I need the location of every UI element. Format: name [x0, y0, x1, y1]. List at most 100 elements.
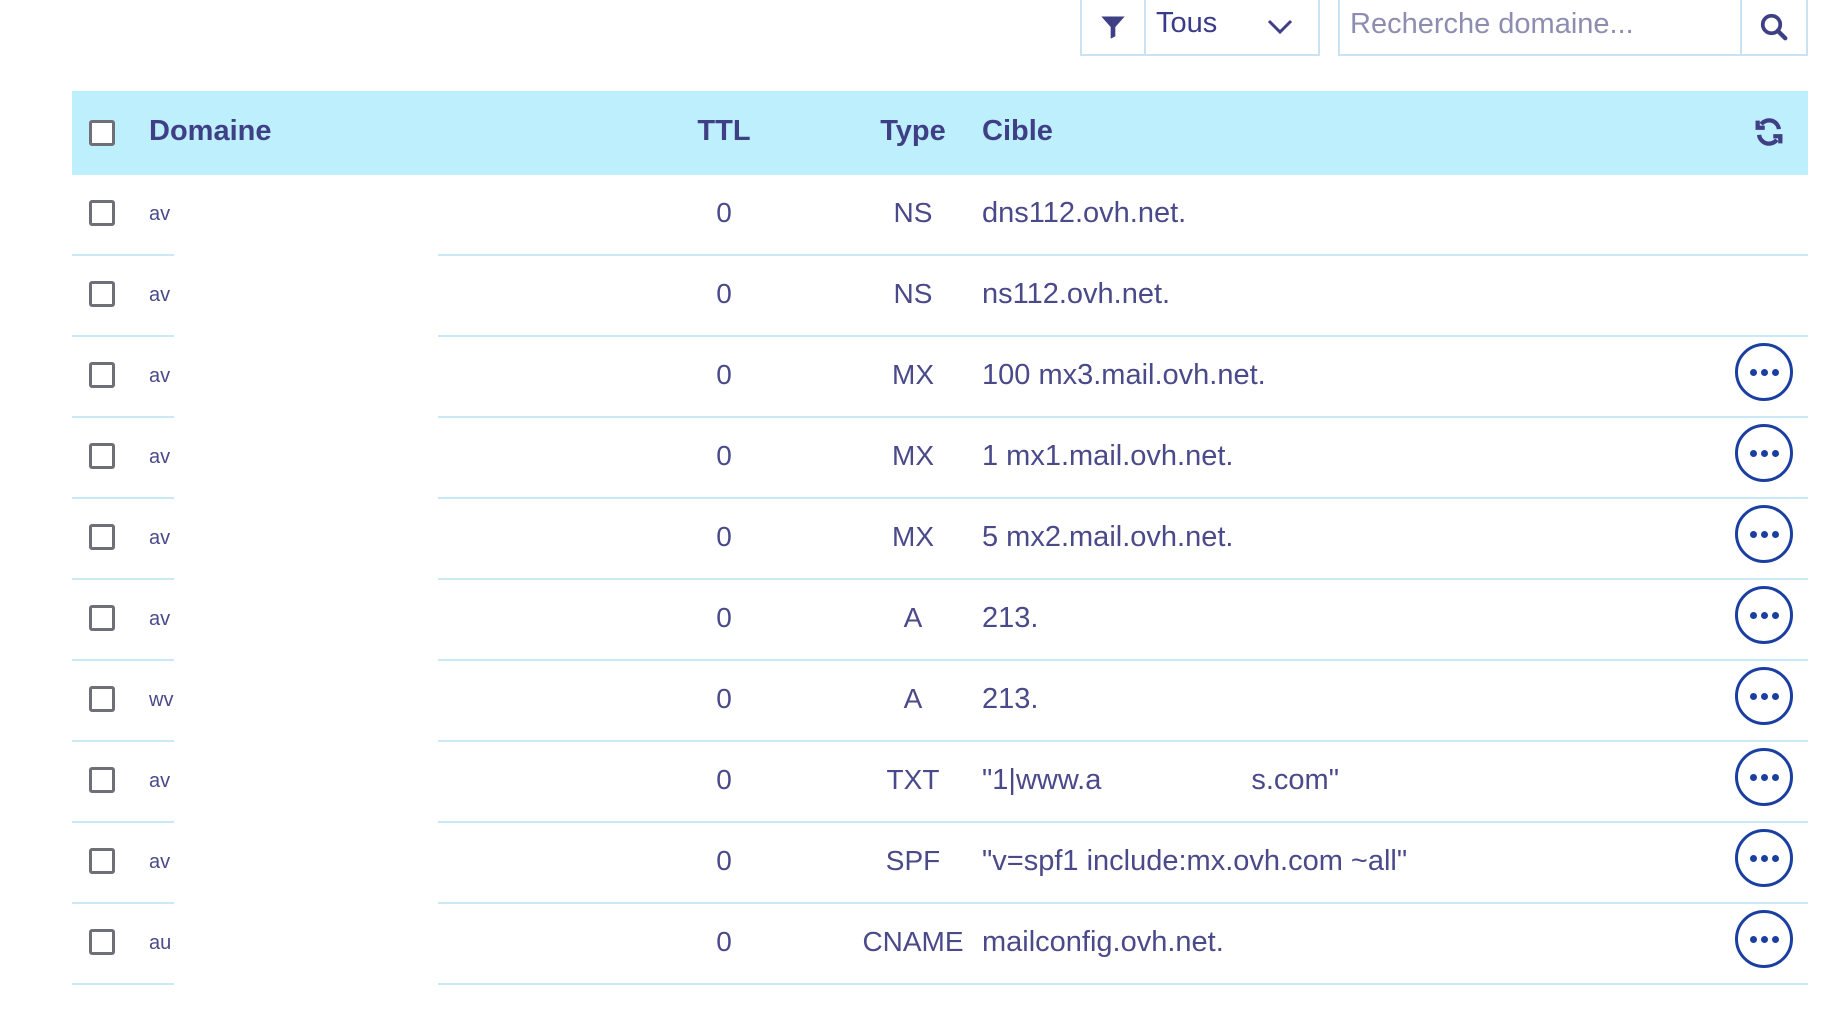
refresh-icon	[1755, 118, 1783, 146]
row-checkbox[interactable]	[89, 929, 115, 955]
cell-target-text: 100 mx3.mail.ovh.net.	[982, 359, 1266, 391]
cell-ttl: 0	[716, 197, 732, 228]
table-row: wv 0 A 213.	[72, 661, 1808, 742]
table-row: av 0 NS dns112.ovh.net.	[72, 175, 1808, 256]
cell-type: TXT	[886, 764, 940, 795]
cell-ttl: 0	[716, 359, 732, 390]
more-icon	[1749, 854, 1779, 862]
cell-target-text: 213.	[982, 683, 1039, 715]
more-icon	[1749, 692, 1779, 700]
more-icon	[1749, 368, 1779, 376]
row-checkbox[interactable]	[89, 524, 115, 550]
cell-ttl: 0	[716, 683, 732, 714]
refresh-button[interactable]	[1752, 115, 1786, 153]
redaction-mask	[174, 499, 438, 580]
type-filter: Tous	[1080, 0, 1320, 56]
row-checkbox[interactable]	[89, 605, 115, 631]
more-icon	[1749, 530, 1779, 538]
row-checkbox[interactable]	[89, 200, 115, 226]
table-row: av 0 SPF "v=spf1 include:mx.ovh.com ~all"	[72, 823, 1808, 904]
cell-target-text: "v=spf1 include:mx.ovh.com ~all"	[982, 845, 1408, 877]
more-icon	[1749, 773, 1779, 781]
select-all-checkbox[interactable]	[89, 120, 115, 146]
more-icon	[1749, 935, 1779, 943]
cell-domain: av	[149, 284, 171, 306]
cell-target: 1 mx1.mail.ovh.net.	[982, 440, 1233, 473]
table-row: av 0 MX 1 mx1.mail.ovh.net.	[72, 418, 1808, 499]
redaction-mask	[174, 904, 438, 985]
cell-ttl: 0	[716, 521, 732, 552]
cell-domain: av	[149, 446, 171, 468]
row-checkbox[interactable]	[89, 443, 115, 469]
cell-type: NS	[893, 278, 933, 309]
cell-target-text: ns112.ovh.net.	[982, 278, 1171, 310]
redaction-mask	[174, 580, 438, 661]
table-row: av 0 TXT "1|www.a s.com"	[72, 742, 1808, 823]
row-actions-button[interactable]	[1735, 424, 1793, 482]
cell-ttl: 0	[716, 764, 732, 795]
cell-ttl: 0	[716, 440, 732, 471]
header-ttl[interactable]: TTL	[672, 115, 776, 148]
row-actions-button[interactable]	[1735, 910, 1793, 968]
cell-type: SPF	[885, 845, 941, 876]
row-actions-button[interactable]	[1735, 505, 1793, 563]
more-icon	[1749, 611, 1779, 619]
cell-target: "v=spf1 include:mx.ovh.com ~all"	[982, 845, 1407, 878]
cell-domain: av	[149, 851, 171, 873]
cell-target-text: 1 mx1.mail.ovh.net.	[982, 440, 1234, 472]
redaction-mask	[174, 823, 438, 904]
cell-domain: av	[149, 365, 171, 387]
cell-ttl: 0	[716, 602, 732, 633]
redaction-mask	[174, 742, 438, 823]
cell-target-text-end: s.com"	[1251, 764, 1340, 796]
type-filter-select[interactable]: Tous	[1146, 0, 1318, 54]
cell-target: dns112.ovh.net.	[982, 197, 1186, 230]
row-checkbox[interactable]	[89, 767, 115, 793]
row-actions-button[interactable]	[1735, 667, 1793, 725]
redaction-mask	[174, 661, 438, 742]
row-actions-button[interactable]	[1735, 829, 1793, 887]
cell-ttl: 0	[716, 278, 732, 309]
search-button[interactable]	[1740, 0, 1806, 54]
redaction-mask	[174, 418, 438, 499]
row-checkbox[interactable]	[89, 848, 115, 874]
row-checkbox[interactable]	[89, 686, 115, 712]
cell-target: 213.	[982, 602, 1038, 635]
row-actions-button[interactable]	[1735, 586, 1793, 644]
cell-type: CNAME	[862, 926, 964, 957]
search-icon	[1760, 13, 1788, 41]
chevron-down-icon	[1267, 19, 1293, 35]
cell-target: "1|www.a s.com"	[982, 764, 1339, 797]
cell-target: ns112.ovh.net.	[982, 278, 1170, 311]
cell-type: NS	[893, 197, 933, 228]
cell-type: MX	[892, 521, 934, 552]
cell-type: MX	[892, 359, 934, 390]
cell-domain: av	[149, 770, 171, 792]
header-target[interactable]: Cible	[982, 115, 1053, 148]
row-checkbox[interactable]	[89, 281, 115, 307]
cell-target: mailconfig.ovh.net.	[982, 926, 1224, 959]
table-row: av 0 A 213.	[72, 580, 1808, 661]
cell-type: A	[903, 683, 923, 714]
header-domain[interactable]: Domaine	[149, 115, 271, 148]
cell-target: 5 mx2.mail.ovh.net.	[982, 521, 1233, 554]
filter-icon	[1082, 0, 1146, 54]
cell-domain: av	[149, 608, 171, 630]
table-row: au 0 CNAME mailconfig.ovh.net.	[72, 904, 1808, 985]
table-row: av 0 NS ns112.ovh.net.	[72, 256, 1808, 337]
row-actions-button[interactable]	[1735, 343, 1793, 401]
table-row: av 0 MX 5 mx2.mail.ovh.net.	[72, 499, 1808, 580]
type-filter-value: Tous	[1156, 6, 1218, 39]
header-type[interactable]: Type	[825, 115, 1001, 148]
row-checkbox[interactable]	[89, 362, 115, 388]
cell-target-text: dns112.ovh.net.	[982, 197, 1187, 229]
cell-target: 100 mx3.mail.ovh.net.	[982, 359, 1266, 392]
cell-ttl: 0	[716, 845, 732, 876]
cell-target-text: mailconfig.ovh.net.	[982, 926, 1224, 958]
cell-domain: wv	[149, 689, 174, 711]
cell-domain: au	[149, 932, 172, 954]
row-actions-button[interactable]	[1735, 748, 1793, 806]
cell-type: A	[903, 602, 923, 633]
domain-search-input[interactable]	[1340, 0, 1740, 54]
domain-search	[1338, 0, 1808, 56]
